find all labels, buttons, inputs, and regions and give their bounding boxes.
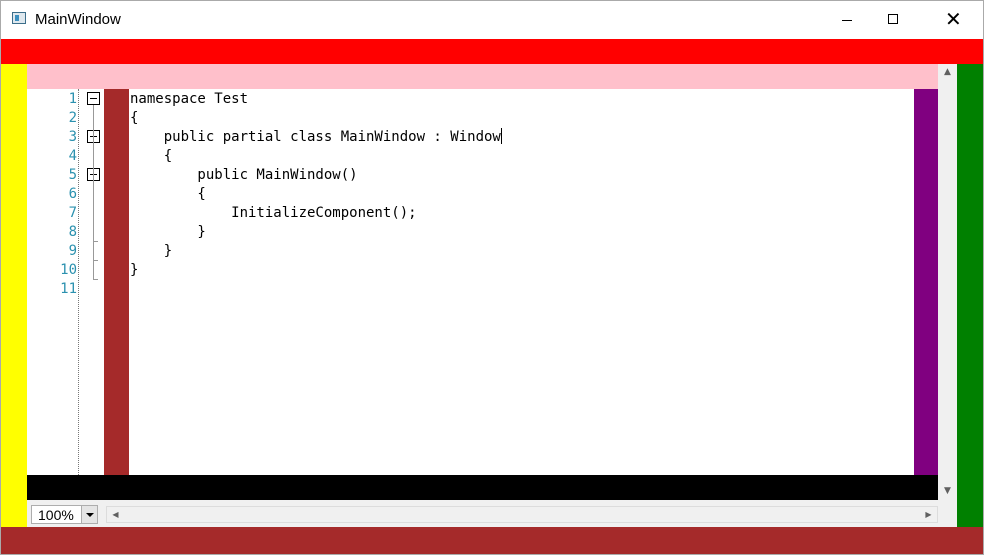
close-icon: ✕ xyxy=(945,7,962,31)
code-line-text: } xyxy=(130,243,173,259)
zoom-value: 100% xyxy=(38,507,74,523)
minimize-button[interactable] xyxy=(824,1,870,39)
line-number: 1 xyxy=(68,91,77,107)
line-number: 3 xyxy=(68,129,77,145)
code-line: } xyxy=(130,242,172,261)
scroll-down-icon[interactable]: ▼ xyxy=(938,483,957,500)
chevron-down-icon[interactable] xyxy=(81,506,97,523)
window-title: MainWindow xyxy=(35,11,121,28)
bottom-band xyxy=(1,527,983,554)
code-line: { xyxy=(130,147,172,166)
scroll-right-icon[interactable]: ▶ xyxy=(920,507,937,522)
code-line: public partial class MainWindow : Window xyxy=(130,128,502,147)
line-number: 9 xyxy=(68,243,77,259)
code-line-text: { xyxy=(130,186,206,202)
code-line: } xyxy=(130,223,206,242)
code-line-text: { xyxy=(130,110,139,126)
maximize-button[interactable] xyxy=(870,1,916,39)
folding-margin xyxy=(83,89,103,475)
line-number: 11 xyxy=(60,281,77,297)
line-number-gutter: 1 2 3 4 5 6 7 8 9 10 11 xyxy=(27,89,77,475)
line-number: 2 xyxy=(68,110,77,126)
code-line: namespace Test xyxy=(130,90,248,109)
line-number: 5 xyxy=(68,167,77,183)
code-editor[interactable]: 1 2 3 4 5 6 7 8 9 10 11 namespace Test { public par… xyxy=(27,89,938,475)
fold-end-tick xyxy=(93,260,98,261)
code-line-text: public MainWindow() xyxy=(130,167,358,183)
title-bar[interactable]: MainWindow ✕ xyxy=(1,1,983,39)
code-line-text: namespace Test xyxy=(130,91,249,107)
line-number: 7 xyxy=(68,205,77,221)
fold-toggle-namespace[interactable] xyxy=(87,92,100,105)
right-margin-strip xyxy=(914,89,938,475)
vertical-scrollbar[interactable]: ▲ ▼ xyxy=(938,64,957,500)
line-number: 4 xyxy=(68,148,77,164)
code-line-text: InitializeComponent(); xyxy=(130,205,417,221)
editor-footer-band xyxy=(27,475,938,500)
status-bar: 100% ◀ ▶ xyxy=(27,500,957,527)
code-line-text: public partial class MainWindow : Window xyxy=(130,129,501,145)
scroll-left-icon[interactable]: ◀ xyxy=(107,507,124,522)
main-window: MainWindow ✕ 1 2 3 4 5 6 7 8 9 10 11 namespace Tes… xyxy=(0,0,984,555)
line-number: 6 xyxy=(68,186,77,202)
code-line: InitializeComponent(); xyxy=(130,204,417,223)
code-line-text: { xyxy=(130,148,173,164)
left-band xyxy=(1,64,27,527)
top-band xyxy=(1,39,983,64)
fold-guide-line xyxy=(93,105,94,279)
code-line-text: } xyxy=(130,224,206,240)
code-line: } xyxy=(130,261,138,280)
horizontal-scrollbar[interactable]: ◀ ▶ xyxy=(106,506,938,523)
left-margin-strip xyxy=(104,89,129,475)
code-line-text: } xyxy=(130,262,139,278)
minimize-icon xyxy=(842,20,852,21)
code-text-area[interactable]: namespace Test { public partial class Mai… xyxy=(130,89,914,475)
maximize-icon xyxy=(888,14,898,24)
fold-end-tick xyxy=(93,279,98,280)
code-line: { xyxy=(130,109,138,128)
line-number: 8 xyxy=(68,224,77,240)
editor-header-band xyxy=(27,64,938,89)
right-band xyxy=(957,64,983,527)
fold-end-tick xyxy=(93,241,98,242)
code-line: { xyxy=(130,185,206,204)
scroll-up-icon[interactable]: ▲ xyxy=(938,64,957,81)
close-button[interactable]: ✕ xyxy=(928,1,974,39)
line-number: 10 xyxy=(60,262,77,278)
text-caret xyxy=(500,128,502,144)
gutter-separator xyxy=(78,89,79,475)
zoom-combobox[interactable]: 100% xyxy=(31,505,98,524)
code-line: public MainWindow() xyxy=(130,166,358,185)
app-window-icon xyxy=(12,12,26,24)
